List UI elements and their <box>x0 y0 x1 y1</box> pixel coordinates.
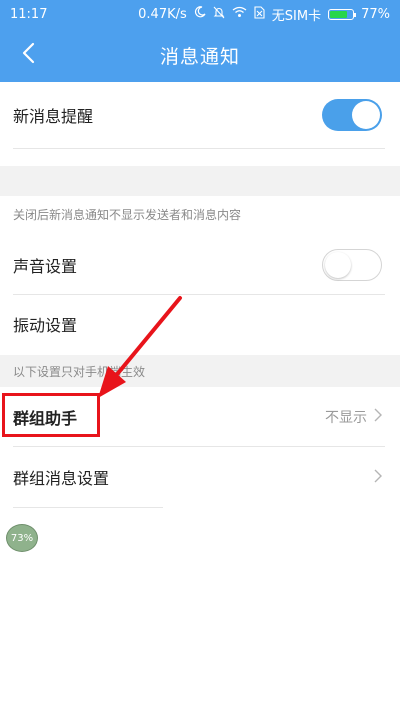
wifi-icon <box>232 6 247 22</box>
annotation-highlight-box <box>2 393 100 437</box>
group-message-settings-label: 群组消息设置 <box>13 469 110 488</box>
status-time: 11:17 <box>10 6 48 22</box>
vibration-settings-row[interactable]: 振动设置 <box>0 295 400 353</box>
battery-icon <box>328 8 357 20</box>
carrier-label: 无SIM卡 <box>271 8 322 24</box>
sound-settings-label: 声音设置 <box>13 257 78 276</box>
vibration-settings-label: 振动设置 <box>13 316 78 335</box>
page-title: 消息通知 <box>159 45 240 68</box>
new-message-alert-label: 新消息提醒 <box>13 107 94 126</box>
new-message-alert-toggle[interactable] <box>322 99 382 131</box>
status-bar: 11:17 0.47K/s 无SIM卡 77% <box>0 0 400 28</box>
group-assistant-value: 不显示 <box>325 410 367 426</box>
group-message-settings-row[interactable]: 群组消息设置 <box>0 447 400 507</box>
toggle-knob <box>325 252 351 278</box>
chevron-right-icon <box>373 468 382 487</box>
floating-badge-text: 73% <box>10 532 34 544</box>
moon-icon <box>194 6 206 22</box>
section-gap <box>0 166 400 196</box>
network-speed: 0.47K/s <box>138 6 187 22</box>
sound-settings-toggle[interactable] <box>322 249 382 281</box>
divider <box>13 507 163 508</box>
message-notification-screen: 11:17 0.47K/s 无SIM卡 77% 消息通知 新消息提醒 关闭后新消… <box>0 0 400 711</box>
bell-off-icon <box>213 6 225 23</box>
hint-phone-only: 以下设置只对手机端生效 <box>13 365 146 379</box>
chevron-right-icon <box>373 408 382 426</box>
battery-percent: 77% <box>361 6 390 22</box>
new-message-alert-row: 新消息提醒 <box>0 82 400 148</box>
group-assistant-value-wrap: 不显示 <box>325 407 382 427</box>
back-button[interactable] <box>10 36 46 74</box>
status-indicators: 0.47K/s 无SIM卡 77% <box>138 5 390 24</box>
sound-settings-row[interactable]: 声音设置 <box>0 236 400 294</box>
no-sim-icon <box>254 5 265 23</box>
title-bar: 消息通知 <box>0 28 400 82</box>
chevron-left-icon <box>21 42 35 68</box>
hint-new-message: 关闭后新消息通知不显示发送者和消息内容 <box>13 208 242 222</box>
divider <box>13 148 385 149</box>
toggle-knob <box>352 101 380 129</box>
battery-level-fill <box>330 10 348 18</box>
floating-percent-badge[interactable]: 73% <box>6 524 38 552</box>
